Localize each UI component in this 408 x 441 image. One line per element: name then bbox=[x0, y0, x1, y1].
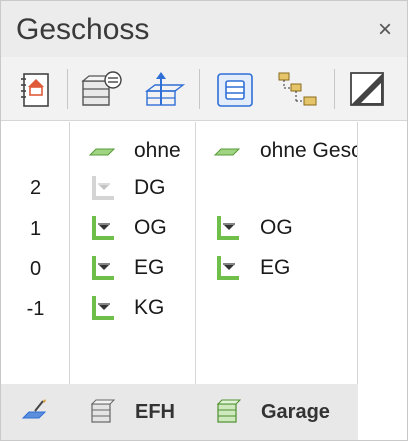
building-stack-green-icon bbox=[216, 399, 241, 423]
geschoss-panel: Geschoss × 2 1 0 -1 ohne DG OG EG KG ohn… bbox=[0, 0, 408, 441]
building-column-garage: ohne Geschoss OG EG bbox=[196, 122, 358, 384]
storey-label: KG bbox=[134, 296, 165, 319]
building-stack-icon bbox=[90, 399, 115, 423]
house-notebook-icon bbox=[21, 73, 49, 107]
level-number: 0 bbox=[29, 258, 42, 280]
storey-icon bbox=[92, 296, 114, 320]
flat-plane-icon bbox=[213, 148, 241, 156]
list-item[interactable]: OG bbox=[196, 211, 357, 245]
level-number: -1 bbox=[26, 298, 45, 320]
house-notebook-button[interactable] bbox=[15, 69, 57, 111]
flat-plane-icon bbox=[88, 148, 116, 156]
panel-title: Geschoss bbox=[16, 13, 150, 46]
storey-label: ohne Geschoss bbox=[260, 139, 358, 162]
tab-garage[interactable]: Garage bbox=[197, 384, 358, 440]
storey-label: EG bbox=[260, 256, 291, 279]
tab-label: EFH bbox=[135, 401, 175, 423]
level-number: 1 bbox=[29, 218, 42, 240]
storey-icon bbox=[217, 256, 239, 280]
storey-label: OG bbox=[260, 216, 293, 239]
layer-height-icon bbox=[144, 72, 186, 106]
storey-label: EG bbox=[134, 256, 165, 279]
tab-planes[interactable] bbox=[1, 384, 70, 440]
storey-icon bbox=[217, 216, 239, 240]
storey-icon bbox=[92, 216, 114, 240]
layer-settings-icon bbox=[81, 71, 122, 106]
storey-label: OG bbox=[134, 216, 167, 239]
list-item[interactable]: ohne Geschoss bbox=[196, 134, 358, 168]
building-tabs: EFH Garage bbox=[1, 384, 407, 440]
building-column-efh: ohne DG OG EG KG bbox=[70, 122, 196, 384]
list-view-icon bbox=[217, 73, 253, 107]
layer-height-button[interactable] bbox=[141, 69, 186, 111]
level-number-column: 2 1 0 -1 bbox=[1, 122, 70, 384]
toolbar-separator bbox=[199, 69, 200, 109]
layer-settings-button[interactable] bbox=[79, 69, 122, 111]
storey-icon bbox=[92, 256, 114, 280]
storey-label: DG bbox=[134, 176, 166, 199]
tab-efh[interactable]: EFH bbox=[71, 384, 196, 440]
list-item[interactable]: EG bbox=[196, 251, 357, 285]
level-number: 2 bbox=[29, 177, 42, 199]
diagonal-split-icon bbox=[350, 72, 384, 106]
plane-pencil-icon bbox=[21, 399, 47, 419]
close-button[interactable]: × bbox=[372, 18, 398, 45]
toolbar-separator bbox=[67, 69, 68, 109]
tree-hierarchy-button[interactable] bbox=[276, 69, 318, 111]
toolbar-separator bbox=[334, 69, 335, 109]
toolbar bbox=[1, 57, 407, 121]
storey-disabled-icon bbox=[92, 176, 114, 200]
tabs-empty-area bbox=[358, 384, 407, 440]
list-view-button[interactable] bbox=[215, 69, 257, 111]
tree-hierarchy-icon bbox=[278, 72, 317, 106]
diagonal-split-button[interactable] bbox=[347, 69, 389, 111]
tab-label: Garage bbox=[261, 401, 330, 423]
storey-label: ohne bbox=[134, 139, 181, 162]
title-bar: Geschoss × bbox=[1, 1, 407, 57]
